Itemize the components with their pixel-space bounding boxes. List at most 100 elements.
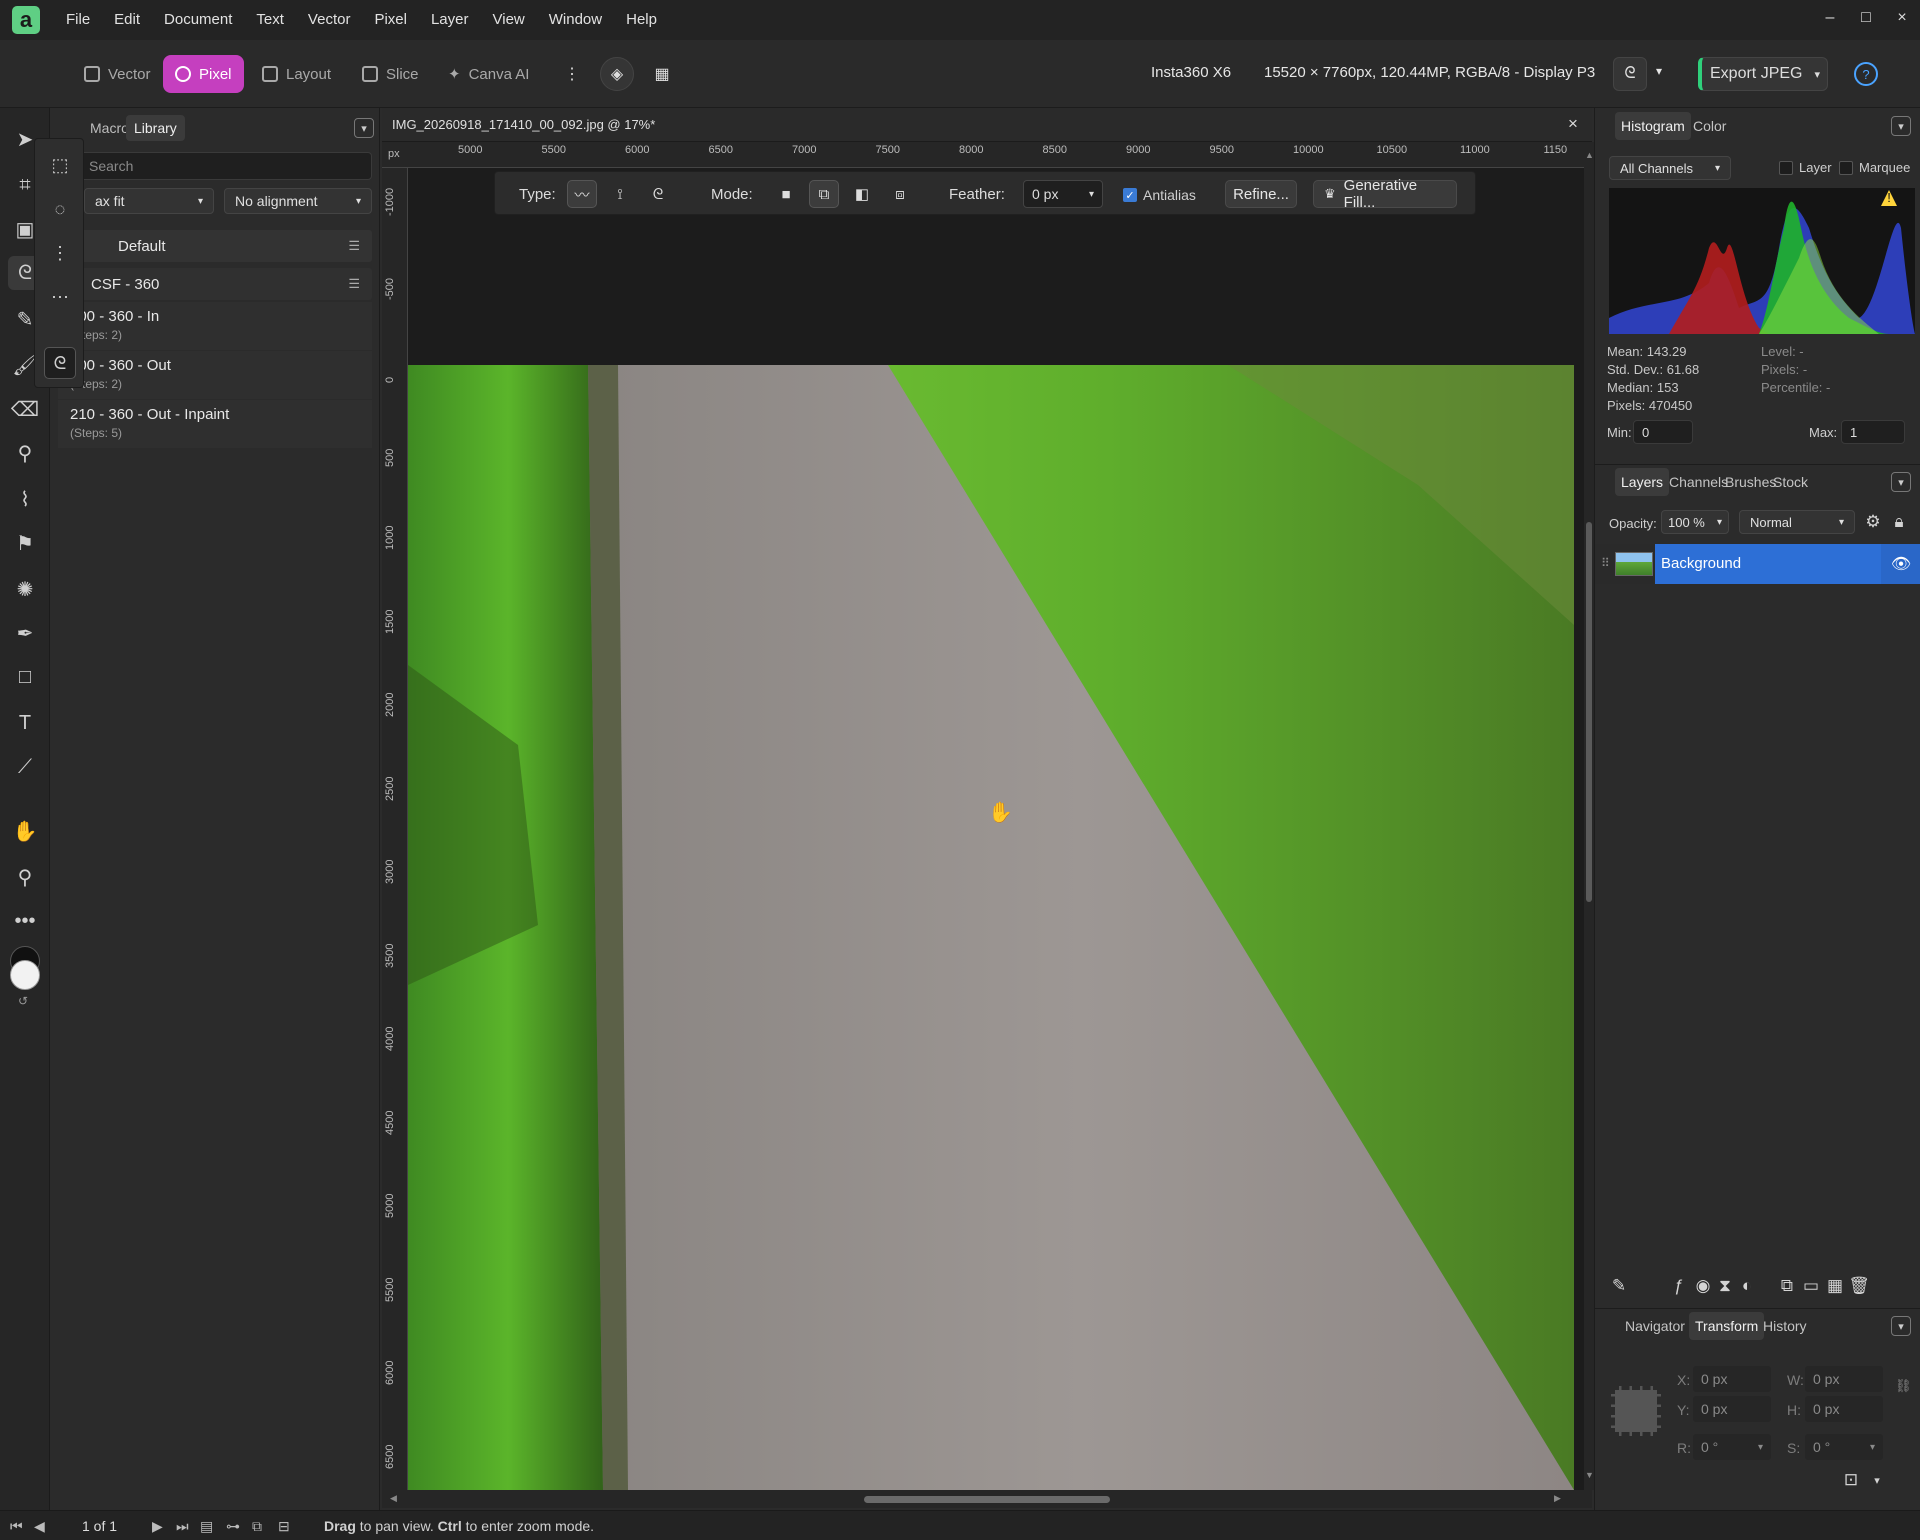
smudge-tool-icon[interactable]: ⌇ bbox=[8, 482, 42, 516]
link-aspect-icon[interactable]: ⛓︎ bbox=[1895, 1378, 1912, 1394]
visibility-eye-icon[interactable]: 👁︎ bbox=[1881, 544, 1920, 584]
lock-icon[interactable]: 🔒︎ bbox=[1887, 510, 1911, 534]
alignment-select[interactable]: No alignment ▾ bbox=[224, 188, 372, 214]
minimize-button[interactable]: – bbox=[1812, 0, 1848, 36]
y-input[interactable]: 0 px bbox=[1693, 1396, 1771, 1422]
macro-item[interactable]: 210 - 360 - Out - Inpaint (Steps: 5) bbox=[58, 400, 372, 448]
gear-icon[interactable]: ⚙ bbox=[1861, 510, 1885, 534]
lasso-chevron-down-icon[interactable]: ▾ bbox=[1656, 64, 1662, 78]
shear-input[interactable]: 0 ° ▾ bbox=[1805, 1434, 1883, 1460]
scroll-left-icon[interactable]: ◀ bbox=[390, 1493, 397, 1504]
magnetic-type-icon[interactable]: ᘓ bbox=[643, 180, 673, 208]
clone-tool-icon[interactable]: ⚑ bbox=[8, 526, 42, 560]
freehand-lasso-icon[interactable]: ᘓ bbox=[44, 347, 76, 379]
canvas[interactable]: ✋ bbox=[408, 168, 1584, 1490]
vertical-scrollbar[interactable]: ▲ ▼ bbox=[1584, 142, 1594, 1490]
erase-tool-icon[interactable]: ⌫ bbox=[8, 392, 42, 426]
persona-slice[interactable]: Slice bbox=[350, 55, 431, 93]
scroll-up-icon[interactable]: ▲ bbox=[1585, 150, 1594, 160]
hand-tool-icon[interactable]: ✋ bbox=[8, 814, 42, 848]
polygonal-type-icon[interactable]: ⟟ bbox=[605, 180, 635, 208]
help-icon[interactable]: ? bbox=[1854, 62, 1878, 86]
rectangle-tool-icon[interactable]: □ bbox=[8, 660, 42, 694]
fit-select[interactable]: ax fit ▾ bbox=[84, 188, 214, 214]
rotation-input[interactable]: 0 ° ▾ bbox=[1693, 1434, 1771, 1460]
horizontal-scroll-thumb[interactable] bbox=[864, 1496, 1110, 1503]
feather-input[interactable]: 0 px ▾ bbox=[1023, 180, 1103, 208]
panel-collapse-icon[interactable]: ▾ bbox=[1891, 472, 1911, 492]
layer-checkbox[interactable] bbox=[1779, 161, 1793, 175]
blend-mode-select[interactable]: Normal ▾ bbox=[1739, 510, 1855, 534]
mask-icon[interactable]: ◉ bbox=[1691, 1274, 1715, 1298]
close-window-button[interactable]: × bbox=[1884, 0, 1920, 36]
macro-search-input[interactable]: Search bbox=[80, 152, 372, 180]
macro-group-csf[interactable]: ▾CSF - 360☰ bbox=[58, 268, 372, 300]
mode-new-icon[interactable]: ■ bbox=[771, 180, 801, 208]
drag-handle-icon[interactable]: ⠿ bbox=[1601, 556, 1610, 570]
x-input[interactable]: 0 px bbox=[1693, 1366, 1771, 1392]
tab-color[interactable]: Color bbox=[1687, 112, 1732, 140]
last-page-icon[interactable]: ⏭ bbox=[176, 1518, 189, 1535]
transform-origin-icon[interactable]: ⊡ bbox=[1839, 1468, 1863, 1492]
menu-layer[interactable]: Layer bbox=[419, 0, 481, 40]
menu-view[interactable]: View bbox=[481, 0, 537, 40]
persona-canva-ai[interactable]: ✦ Canva AI bbox=[436, 55, 541, 93]
first-page-icon[interactable]: ⏮ bbox=[10, 1518, 23, 1535]
layer-row-background[interactable]: ⠿ Background 👁︎ bbox=[1595, 544, 1920, 584]
marquee-checkbox[interactable] bbox=[1839, 161, 1853, 175]
refine-button[interactable]: Refine... bbox=[1225, 180, 1297, 208]
menu-document[interactable]: Document bbox=[152, 0, 244, 40]
antialias-checkbox[interactable]: ✓ Antialias bbox=[1123, 187, 1196, 203]
fx-icon[interactable]: ƒ bbox=[1667, 1274, 1691, 1298]
macro-item[interactable]: 100 - 360 - In (Steps: 2) bbox=[58, 302, 372, 350]
channel-select[interactable]: All Channels ▾ bbox=[1609, 156, 1731, 180]
more-tools-icon[interactable]: ••• bbox=[8, 904, 42, 938]
dodge-tool-icon[interactable]: ⚲ bbox=[8, 436, 42, 470]
view-mode-icon[interactable]: ⊶ bbox=[226, 1518, 240, 1535]
swap-colors-icon[interactable]: ↺ bbox=[18, 994, 28, 1008]
macro-item[interactable]: 200 - 360 - Out (Steps: 2) bbox=[58, 351, 372, 399]
menu-text[interactable]: Text bbox=[244, 0, 296, 40]
copy-icon[interactable]: ⧉ bbox=[252, 1518, 262, 1535]
persona-pixel[interactable]: Pixel bbox=[163, 55, 244, 93]
rectangular-marquee-icon[interactable]: ⬚ bbox=[44, 149, 76, 181]
zoom-tool-icon[interactable]: ⚲ bbox=[8, 860, 42, 894]
menu-pixel[interactable]: Pixel bbox=[362, 0, 419, 40]
max-input[interactable]: 1 bbox=[1841, 420, 1905, 444]
tab-histogram[interactable]: Histogram bbox=[1615, 112, 1691, 140]
group-folder-icon[interactable]: ▭ bbox=[1799, 1274, 1823, 1298]
column-marquee-icon[interactable]: ⋮ bbox=[44, 237, 76, 269]
chevron-down-icon[interactable]: ▾ bbox=[1865, 1468, 1889, 1492]
tab-transform[interactable]: Transform bbox=[1689, 1312, 1765, 1340]
grid-view-icon[interactable]: ▦ bbox=[645, 57, 679, 91]
assistant-icon[interactable]: ◈ bbox=[600, 57, 634, 91]
panel-collapse-icon[interactable]: ▾ bbox=[354, 118, 374, 138]
page-icon[interactable]: ▤ bbox=[200, 1518, 213, 1535]
w-input[interactable]: 0 px bbox=[1805, 1366, 1883, 1392]
next-page-icon[interactable]: ▶ bbox=[152, 1518, 163, 1535]
scroll-right-icon[interactable]: ▶ bbox=[1554, 1493, 1561, 1504]
mode-subtract-icon[interactable]: ◧ bbox=[847, 180, 877, 208]
horizontal-scrollbar[interactable]: ◀ ▶ bbox=[382, 1490, 1592, 1508]
freehand-type-icon[interactable]: 〰 bbox=[567, 180, 597, 208]
list-icon[interactable]: ☰ bbox=[348, 276, 360, 292]
panel-collapse-icon[interactable]: ▾ bbox=[1891, 1316, 1911, 1336]
row-marquee-icon[interactable]: ⋯ bbox=[44, 281, 76, 313]
pen-tool-icon[interactable]: ✒ bbox=[8, 616, 42, 650]
h-input[interactable]: 0 px bbox=[1805, 1396, 1883, 1422]
text-tool-icon[interactable]: T bbox=[8, 706, 42, 740]
export-page-icon[interactable]: ⊟ bbox=[278, 1518, 290, 1535]
menu-vector[interactable]: Vector bbox=[296, 0, 363, 40]
generative-fill-button[interactable]: ♛ Generative Fill... bbox=[1313, 177, 1457, 211]
maximize-button[interactable]: □ bbox=[1848, 0, 1884, 36]
tab-layers[interactable]: Layers bbox=[1615, 468, 1670, 496]
hourglass-icon[interactable]: ⧗ bbox=[1713, 1274, 1737, 1298]
more-options-icon[interactable]: ⋮ bbox=[555, 57, 589, 91]
duplicate-layer-icon[interactable]: ⧉ bbox=[1775, 1274, 1799, 1298]
primary-color-swatch[interactable] bbox=[10, 960, 40, 990]
pixel-layer-icon[interactable]: ▦ bbox=[1823, 1274, 1847, 1298]
edit-layer-icon[interactable]: ✎ bbox=[1607, 1274, 1631, 1298]
prev-page-icon[interactable]: ◀ bbox=[34, 1518, 45, 1535]
tab-history[interactable]: History bbox=[1757, 1312, 1813, 1340]
menu-edit[interactable]: Edit bbox=[102, 0, 152, 40]
